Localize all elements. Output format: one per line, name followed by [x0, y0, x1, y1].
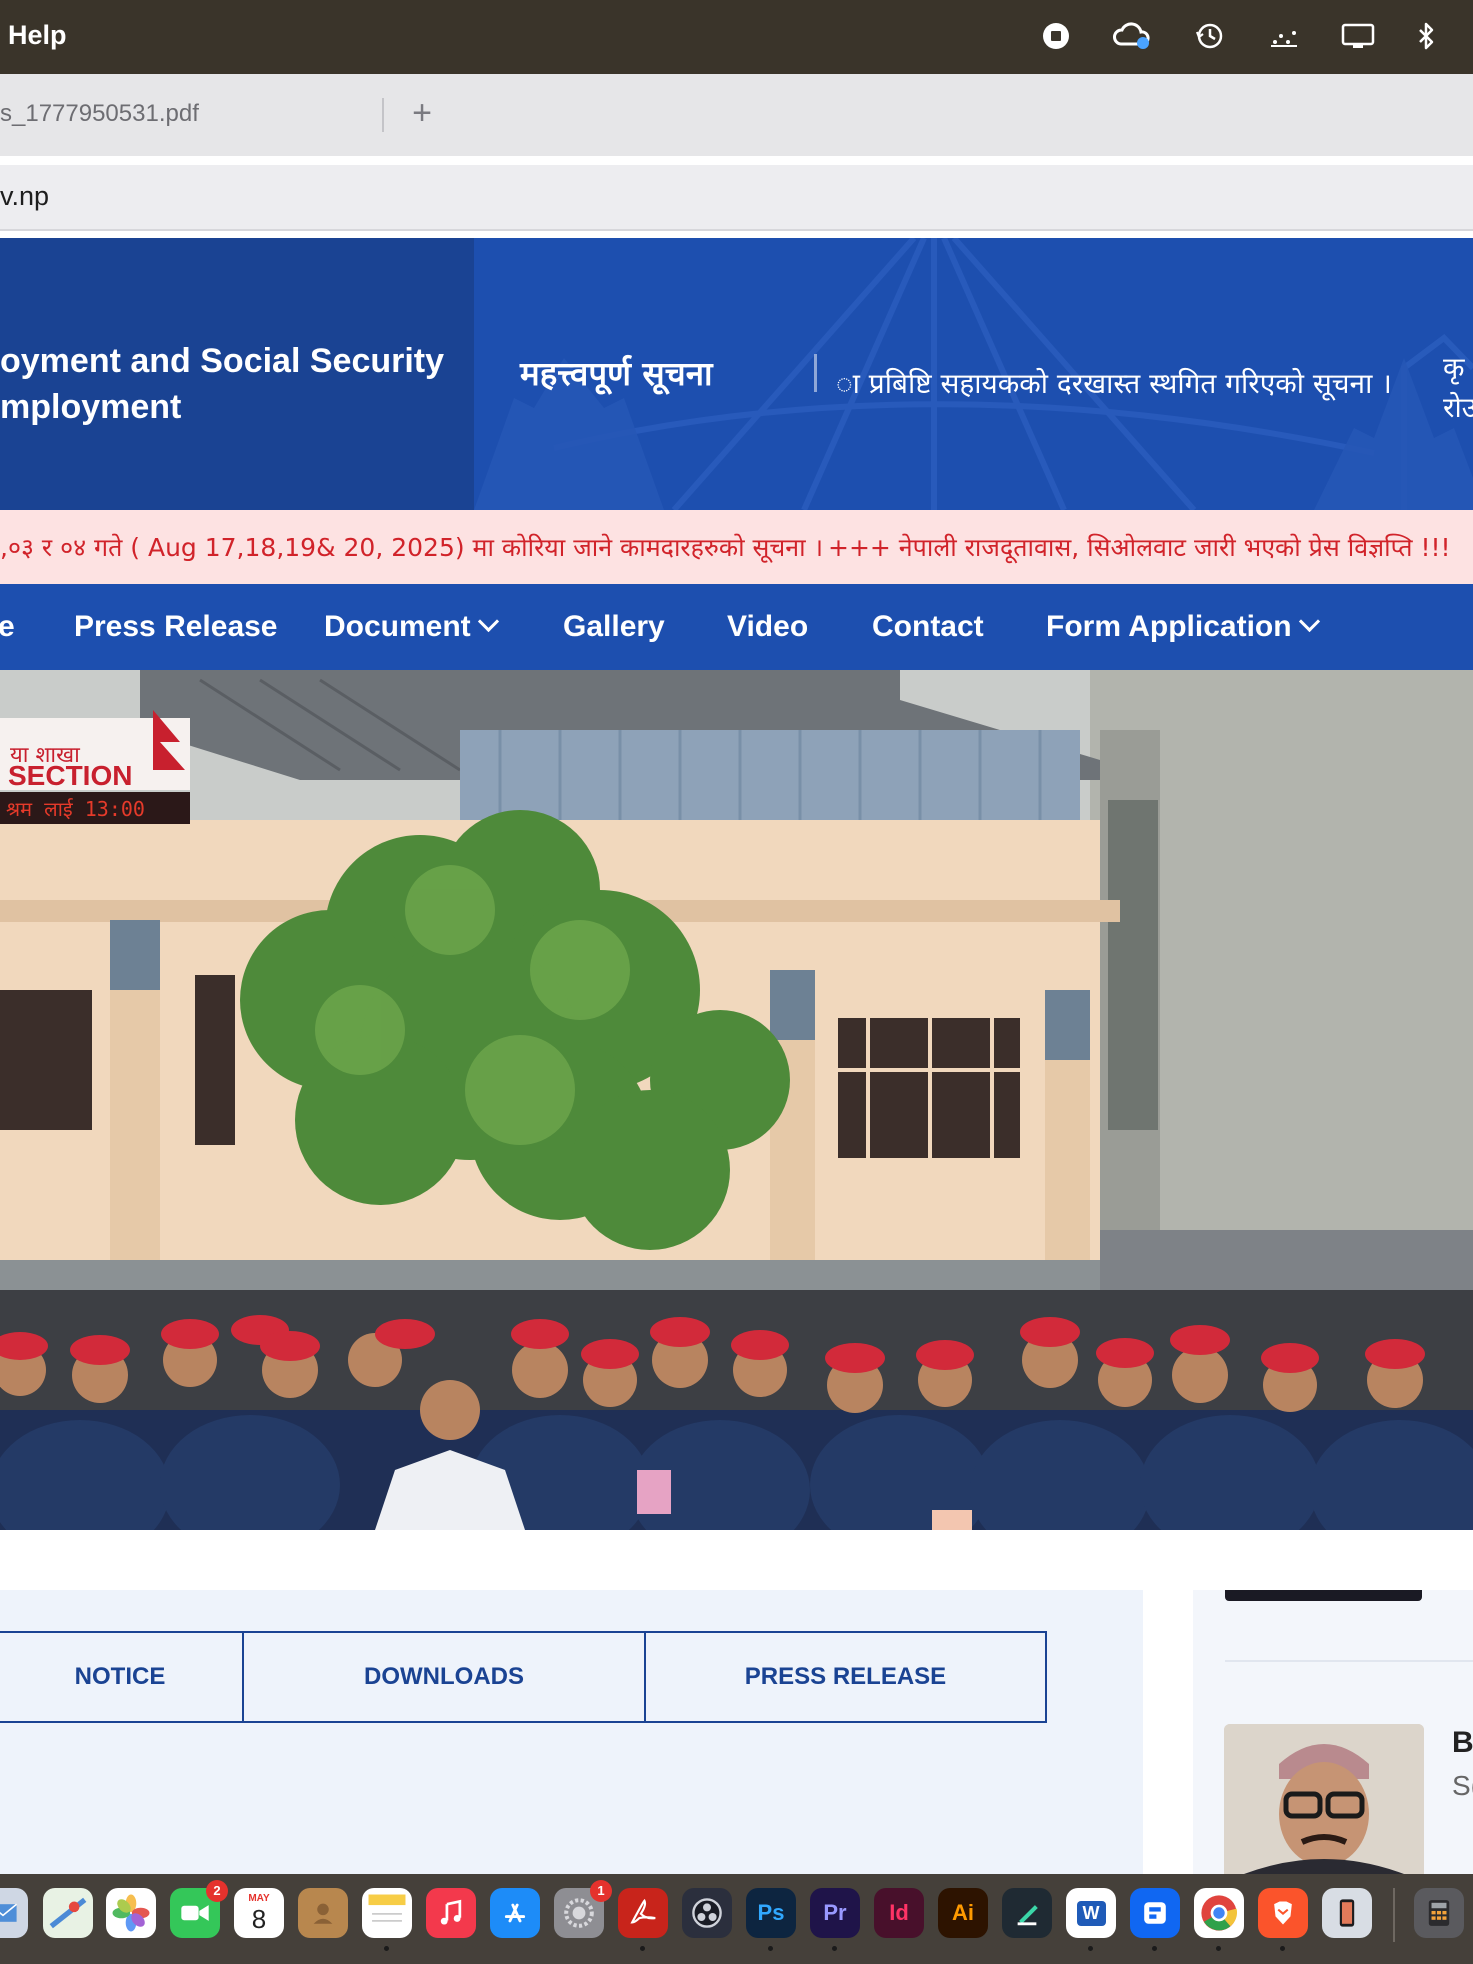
- facetime-badge: 2: [206, 1880, 228, 1902]
- brave-icon[interactable]: [1258, 1888, 1308, 1938]
- time-machine-icon[interactable]: [1192, 18, 1228, 54]
- nav-form-application-label: Form Application: [1046, 610, 1292, 643]
- running-indicator: [832, 1946, 837, 1951]
- notice-next-line1: कृ: [1443, 351, 1465, 384]
- display-icon[interactable]: [1338, 18, 1378, 54]
- tab-press-release[interactable]: PRESS RELEASE: [644, 1631, 1047, 1723]
- ministry-name-block: oyment and Social Security mployment: [0, 238, 474, 510]
- running-indicator: [384, 1946, 389, 1951]
- ministry-name[interactable]: oyment and Social Security mployment: [0, 338, 444, 430]
- url-text[interactable]: v.np: [0, 181, 49, 212]
- main-nav: e Press Release Document Gallery Video C…: [0, 584, 1473, 670]
- nav-item-partial[interactable]: e: [0, 584, 15, 670]
- iphone-mirroring-icon[interactable]: [1322, 1888, 1372, 1938]
- tab-downloads[interactable]: DOWNLOADS: [242, 1631, 646, 1723]
- official-profile-photo[interactable]: [1224, 1724, 1424, 1874]
- app-store-icon[interactable]: [490, 1888, 540, 1938]
- creative-cloud-icon[interactable]: [1110, 18, 1154, 54]
- notice-ticker-text[interactable]: ा प्रबिष्टि सहायकको दरखास्त स्थगित गरिएक…: [836, 364, 1392, 402]
- contacts-icon[interactable]: [298, 1888, 348, 1938]
- calculator-icon[interactable]: [1414, 1888, 1464, 1938]
- nav-item-video[interactable]: Video: [727, 584, 808, 670]
- led-display-text: श्रम लाई 13:00: [6, 797, 145, 821]
- sidebar-banner-bottom: [1225, 1590, 1422, 1601]
- official-role: S(: [1452, 1770, 1473, 1801]
- mail-icon[interactable]: [0, 1888, 28, 1938]
- indesign-icon[interactable]: Id: [874, 1888, 924, 1938]
- running-indicator: [1216, 1946, 1221, 1951]
- dock-separator: [1393, 1888, 1395, 1942]
- site-header: oyment and Social Security mployment महत…: [0, 238, 1473, 510]
- nav-item-form-application[interactable]: Form Application: [1046, 584, 1320, 670]
- nav-item-gallery[interactable]: Gallery: [563, 584, 665, 670]
- chevron-down-icon: [477, 610, 499, 633]
- browser-tab-title[interactable]: s_1777950531.pdf: [0, 100, 199, 128]
- maps-icon[interactable]: [43, 1888, 93, 1938]
- obs-icon[interactable]: [682, 1888, 732, 1938]
- ministry-name-line2: mployment: [0, 388, 182, 426]
- control-dots-icon[interactable]: [1266, 18, 1302, 54]
- hero-illustration: या शाखा SECTION श्रम लाई 13:00: [0, 670, 1473, 1530]
- notice-divider: [814, 354, 817, 392]
- ministry-name-line1: oyment and Social Security: [0, 342, 445, 380]
- marquee-item[interactable]: ,०३ र ०४ गते ( Aug 17,18,19& 20, 2025) म…: [0, 530, 823, 564]
- address-bar[interactable]: v.np: [0, 165, 1473, 231]
- nav-item-document[interactable]: Document: [324, 584, 499, 670]
- photoshop-icon[interactable]: Ps: [746, 1888, 796, 1938]
- notice-next-line2: रोउ: [1443, 391, 1473, 424]
- marquee-item[interactable]: +++ नेपाली राजदूतावास, सिओलवाट जारी भएको…: [828, 530, 1451, 564]
- acrobat-icon[interactable]: [618, 1888, 668, 1938]
- tab-notice[interactable]: NOTICE: [0, 1631, 244, 1723]
- browser-tab-bar: s_1777950531.pdf +: [0, 74, 1473, 157]
- sidebar-divider: [1225, 1660, 1473, 1662]
- hero-photo: या शाखा SECTION श्रम लाई 13:00: [0, 670, 1473, 1530]
- menu-help[interactable]: Help: [8, 20, 67, 51]
- nav-item-contact[interactable]: Contact: [872, 584, 984, 670]
- notice-ticker-next[interactable]: कृ रोउ: [1443, 348, 1473, 428]
- chrome-icon[interactable]: [1194, 1888, 1244, 1938]
- photos-icon[interactable]: [106, 1888, 156, 1938]
- notes-icon[interactable]: [362, 1888, 412, 1938]
- bluetooth-icon[interactable]: [1408, 18, 1444, 54]
- nav-document-label: Document: [324, 610, 471, 643]
- toolbar-gap: [0, 156, 1473, 165]
- running-indicator: [640, 1946, 645, 1951]
- running-indicator: [768, 1946, 773, 1951]
- editor-app-icon[interactable]: [1002, 1888, 1052, 1938]
- tab-separator: [382, 98, 384, 132]
- word-icon[interactable]: W: [1066, 1888, 1116, 1938]
- chevron-down-icon: [1298, 610, 1320, 633]
- music-icon[interactable]: [426, 1888, 476, 1938]
- word-label: W: [1076, 1900, 1106, 1926]
- calendar-icon[interactable]: MAY 8: [234, 1888, 284, 1938]
- sign-text-section: SECTION: [8, 760, 132, 791]
- settings-badge: 1: [590, 1880, 612, 1902]
- illustrator-icon[interactable]: Ai: [938, 1888, 988, 1938]
- calendar-day: 8: [251, 1904, 267, 1934]
- premiere-icon[interactable]: Pr: [810, 1888, 860, 1938]
- official-name: B: [1452, 1726, 1473, 1759]
- new-tab-button[interactable]: +: [402, 88, 442, 138]
- macos-menu-bar: Help: [0, 0, 1473, 74]
- stop-record-icon[interactable]: [1038, 18, 1074, 54]
- files-app-icon[interactable]: [1130, 1888, 1180, 1938]
- nav-item-press-release[interactable]: Press Release: [74, 584, 278, 670]
- running-indicator: [1088, 1946, 1093, 1951]
- important-notice-label: महत्त्वपूर्ण सूचना: [520, 354, 713, 393]
- running-indicator: [1280, 1946, 1285, 1951]
- news-marquee: ,०३ र ०४ गते ( Aug 17,18,19& 20, 2025) म…: [0, 510, 1473, 584]
- running-indicator: [1152, 1946, 1157, 1951]
